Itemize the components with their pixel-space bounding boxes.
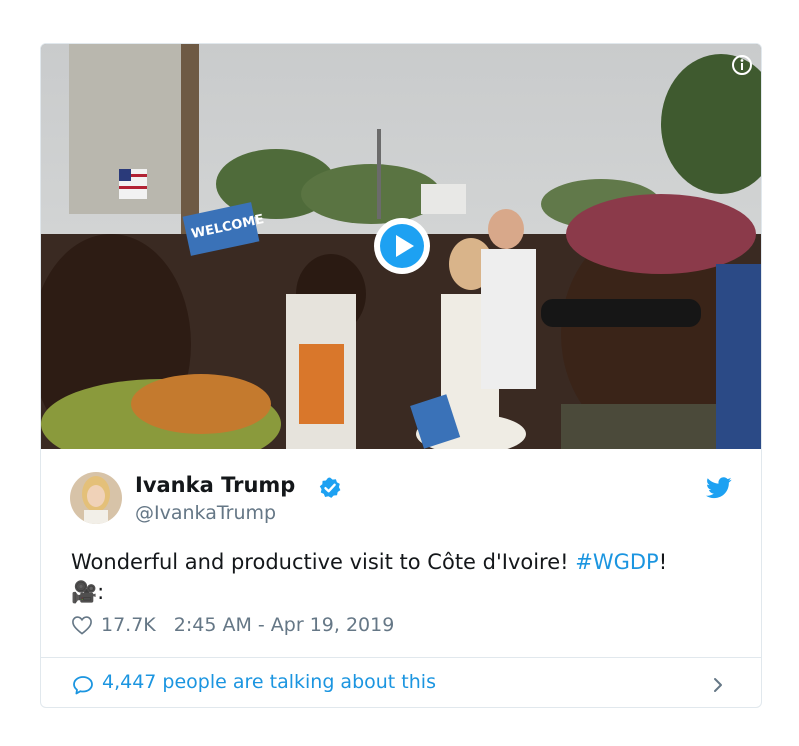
- tweet-card: WELCOME Ivanka Trump @IvankaTrump Wonder…: [40, 43, 762, 708]
- tweet-video[interactable]: WELCOME: [41, 44, 761, 449]
- tweet-meta: 17.7K 2:45 AM - Apr 19, 2019: [71, 614, 394, 636]
- heart-icon[interactable]: [71, 615, 93, 635]
- tweet-text: Wonderful and productive visit to Côte d…: [71, 547, 741, 607]
- hashtag-link[interactable]: #WGDP: [575, 550, 658, 574]
- author-handle[interactable]: @IvankaTrump: [135, 502, 276, 524]
- play-icon[interactable]: [372, 216, 432, 276]
- chevron-right-icon: [714, 678, 722, 692]
- twitter-bird-icon[interactable]: [706, 477, 732, 499]
- comment-bubble-icon: [73, 676, 93, 695]
- talking-about-link[interactable]: 4,447 people are talking about this: [41, 658, 761, 707]
- verified-badge-icon: [318, 476, 342, 500]
- tweet-text-line2: 🎥:: [71, 580, 105, 604]
- tweet-timestamp[interactable]: 2:45 AM - Apr 19, 2019: [174, 614, 395, 636]
- like-count[interactable]: 17.7K: [101, 614, 156, 636]
- tweet-text-suffix: !: [658, 550, 668, 574]
- author-avatar[interactable]: [70, 472, 122, 524]
- tweet-text-body: Wonderful and productive visit to Côte d…: [71, 550, 576, 574]
- author-name[interactable]: Ivanka Trump: [135, 473, 295, 497]
- talking-about-label: 4,447 people are talking about this: [102, 671, 436, 693]
- info-icon[interactable]: [731, 54, 753, 76]
